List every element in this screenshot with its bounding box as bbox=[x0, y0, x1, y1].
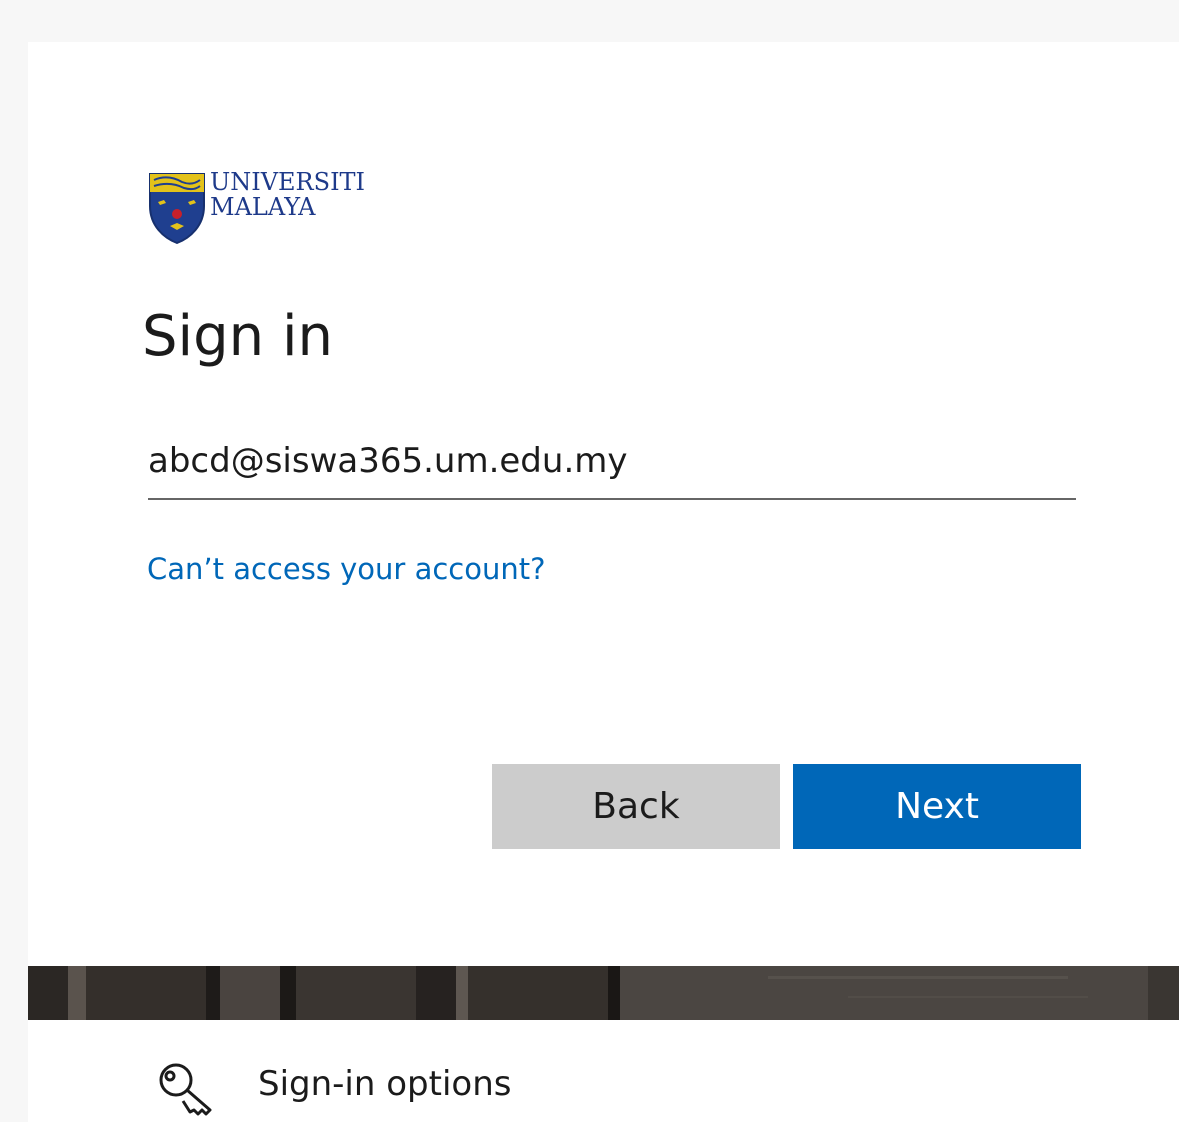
logo-line-2: MALAYA bbox=[210, 193, 316, 221]
cant-access-account-link[interactable]: Can’t access your account? bbox=[147, 552, 546, 586]
next-button[interactable]: Next bbox=[793, 764, 1081, 849]
sign-in-options-label: Sign-in options bbox=[258, 1064, 512, 1104]
university-logo: UNIVERSITI MALAYA bbox=[148, 170, 380, 246]
back-button[interactable]: Back bbox=[492, 764, 780, 849]
background-image-strip bbox=[28, 966, 1179, 1020]
crest-icon bbox=[149, 173, 205, 244]
logo-line-1: UNIVERSITI bbox=[210, 168, 366, 196]
page: UNIVERSITI MALAYA Sign in Can’t access y… bbox=[0, 0, 1179, 1122]
email-field[interactable] bbox=[148, 424, 1076, 500]
logo-wordmark: UNIVERSITI MALAYA bbox=[210, 170, 365, 220]
background-texture bbox=[28, 966, 1179, 1020]
key-icon bbox=[159, 1063, 212, 1116]
sign-in-options-button[interactable]: Sign-in options bbox=[28, 1020, 1179, 1122]
page-title: Sign in bbox=[142, 304, 333, 369]
